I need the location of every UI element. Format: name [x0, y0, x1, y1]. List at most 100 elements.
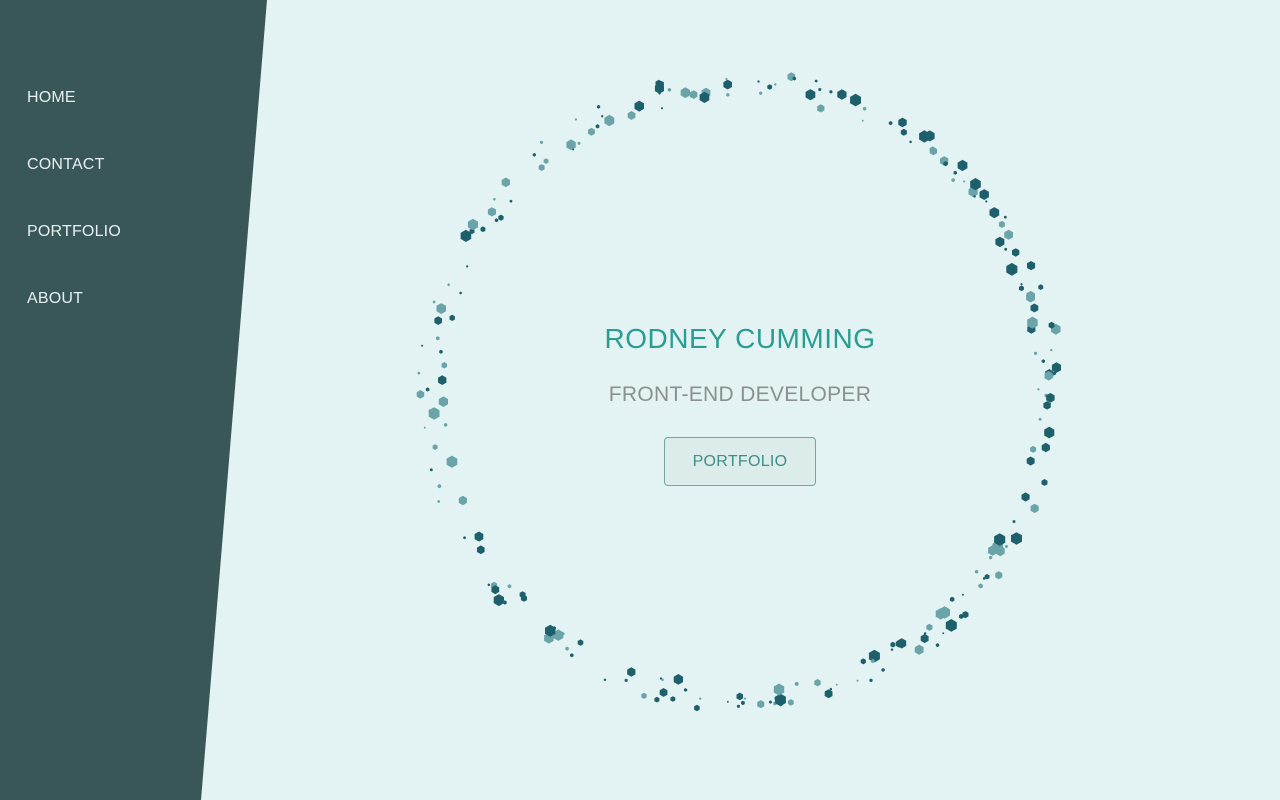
hexagon-particle [1050, 348, 1053, 352]
hexagon-particle [1012, 248, 1020, 257]
hexagon-particle [998, 220, 1005, 228]
hexagon-particle [870, 658, 875, 664]
hexagon-particle [641, 692, 647, 699]
hexagon-particle [603, 678, 607, 682]
hexagon-particle [994, 533, 1006, 546]
hexagon-particle [926, 623, 933, 631]
hexagon-particle [538, 164, 545, 171]
hexagon-particle [995, 545, 1005, 557]
hexagon-particle [1004, 229, 1013, 240]
hexagon-particle [995, 236, 1005, 248]
nav-home-link[interactable]: HOME [27, 89, 76, 107]
hexagon-particle [694, 704, 700, 712]
hexagon-particle [416, 390, 425, 399]
hexagon-particle [1034, 351, 1038, 356]
hexagon-particle [1038, 417, 1042, 421]
hexagon-particle [988, 545, 998, 556]
nav-portfolio-link[interactable]: PORTFOLIO [27, 223, 121, 241]
hexagon-particle [449, 314, 455, 321]
hexagon-particle [769, 700, 772, 704]
hexagon-particle [1044, 370, 1053, 381]
hexagon-particle [773, 701, 777, 706]
hexagon-particle [1020, 283, 1023, 286]
hexagon-particle [658, 80, 664, 87]
hexagon-particle [655, 79, 663, 88]
hero-subtitle: FRONT-END DEVELOPER [608, 383, 872, 406]
hexagon-particle [480, 226, 486, 233]
hexagon-particle [431, 414, 435, 419]
hexagon-particle [574, 118, 577, 121]
hexagon-particle [654, 83, 664, 94]
hexagon-particle [627, 111, 636, 120]
hexagon-particle [767, 84, 773, 90]
hexagon-particle [543, 158, 549, 164]
hexagon-particle [503, 600, 507, 605]
hexagon-particle [1027, 261, 1036, 271]
hexagon-particle [446, 455, 458, 468]
hexagon-particle [895, 640, 903, 648]
hexagon-particle [923, 632, 927, 635]
portfolio-button[interactable]: PORTFOLIO [664, 437, 816, 486]
hexagon-particle [434, 316, 442, 325]
hexagon-particle [1004, 215, 1007, 219]
hexagon-particle [829, 687, 832, 691]
hexagon-particle [588, 127, 595, 136]
hexagon-particle [572, 148, 575, 151]
hexagon-particle [925, 130, 935, 142]
hexagon-particle [1041, 479, 1048, 486]
hexagon-particle [970, 186, 974, 190]
hexagon-particle [773, 683, 785, 696]
hexagon-particle [437, 484, 442, 489]
hexagon-particle [417, 371, 421, 375]
hexagon-particle [1043, 401, 1051, 410]
hexagon-particle [861, 119, 864, 122]
hexagon-particle [890, 648, 894, 651]
hexagon-particle [984, 574, 990, 580]
hexagon-particle [460, 229, 472, 242]
hexagon-particle [992, 540, 1004, 554]
hexagon-particle [421, 344, 424, 347]
hexagon-particle [914, 644, 924, 655]
hero-section: RODNEY CUMMING FRONT-END DEVELOPER PORTF… [540, 320, 940, 486]
hexagon-particle [494, 218, 499, 223]
hexagon-particle [757, 80, 760, 83]
nav-contact-link[interactable]: CONTACT [27, 156, 105, 174]
hexagon-particle [978, 583, 983, 589]
hexagon-particle [949, 596, 955, 602]
nav-about-link[interactable]: ABOUT [27, 290, 83, 308]
hexagon-particle [759, 91, 763, 95]
hexagon-particle [814, 79, 818, 83]
hero-title: RODNEY CUMMING [604, 323, 876, 354]
hexagon-particle [736, 692, 744, 701]
hexagon-particle [818, 87, 822, 92]
hexagon-particle [962, 593, 964, 596]
hexagon-particle [443, 422, 448, 427]
hexagon-particle [1030, 503, 1039, 514]
hexagon-particle [909, 140, 912, 144]
hexagon-particle [741, 700, 745, 706]
hexagon-particle [1053, 371, 1057, 376]
hexagon-particle [979, 189, 989, 200]
hexagon-particle [699, 697, 702, 700]
hexagon-particle [507, 584, 512, 589]
hexagon-particle [463, 536, 466, 540]
hexagon-particle [1019, 285, 1024, 292]
hexagon-particle [788, 699, 794, 706]
hexagon-particle [438, 396, 448, 407]
hexagon-particle [501, 177, 510, 188]
hexagon-particle [447, 283, 450, 287]
hexagon-particle [670, 696, 676, 702]
hexagon-particle [962, 611, 969, 619]
hexagon-particle [1037, 388, 1040, 391]
hexagon-particle [963, 180, 966, 183]
hexagon-particle [1041, 442, 1050, 453]
hexagon-particle [862, 106, 867, 111]
hexagon-particle [973, 180, 976, 183]
hexagon-particle [959, 613, 964, 619]
hexagon-particle [792, 76, 796, 81]
hexagon-particle [968, 186, 978, 198]
hexagon-particle [953, 170, 957, 175]
hexagon-particle [432, 444, 438, 450]
hexagon-particle [957, 159, 968, 172]
hexagon-particle [466, 265, 469, 268]
